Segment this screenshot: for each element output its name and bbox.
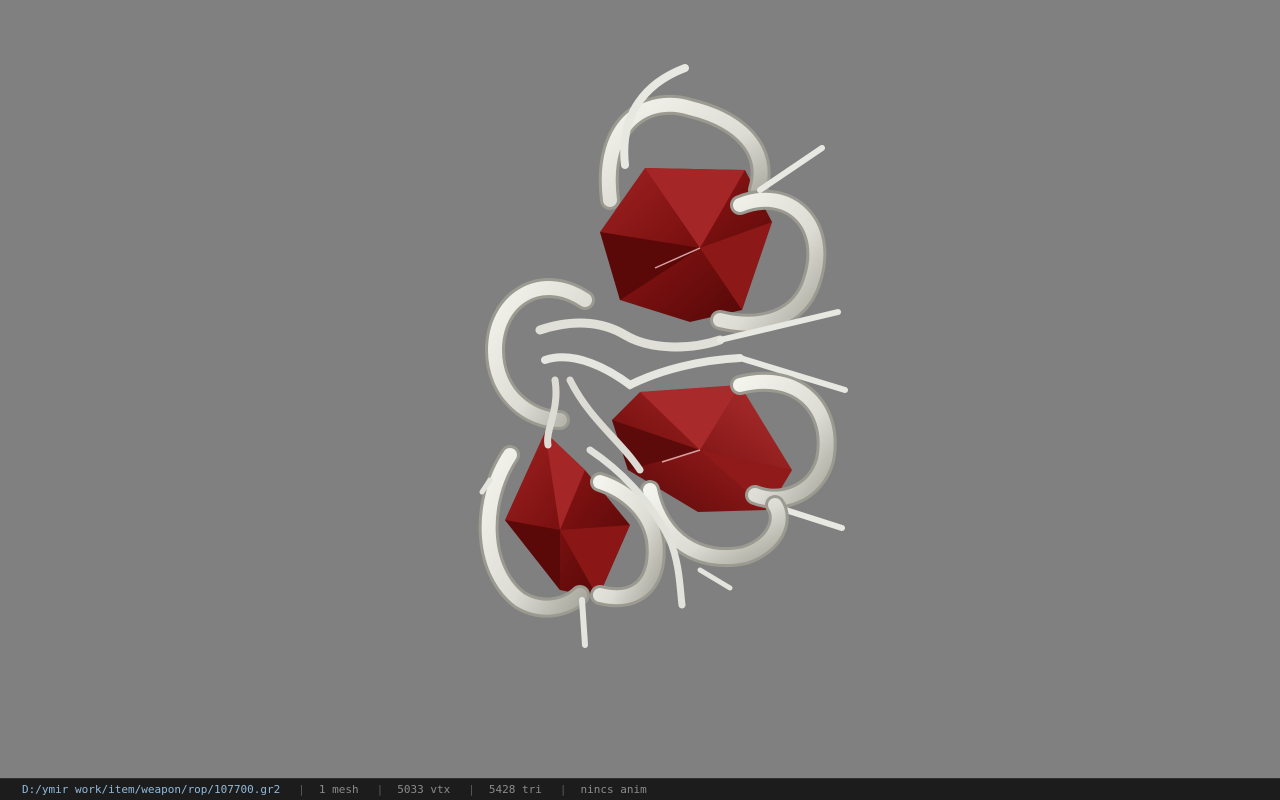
status-separator: | (468, 783, 475, 796)
status-bar: D:/ymir work/item/weapon/rop/107700.gr2 … (0, 778, 1280, 800)
top-gem (600, 168, 772, 322)
vertex-count: 5033 vtx (397, 783, 451, 796)
mesh-count: 1 mesh (318, 783, 359, 796)
bottom-gem (505, 432, 630, 598)
status-separator: | (559, 783, 567, 796)
triangle-count: 5428 tri (488, 783, 542, 796)
file-path: D:/ymir work/item/weapon/rop/107700.gr2 (22, 783, 281, 796)
3d-viewport[interactable] (0, 0, 1280, 778)
model-render[interactable] (0, 0, 1280, 778)
animation-status: nincs anim (580, 783, 647, 796)
status-separator: | (298, 783, 305, 796)
status-separator: | (376, 783, 384, 796)
